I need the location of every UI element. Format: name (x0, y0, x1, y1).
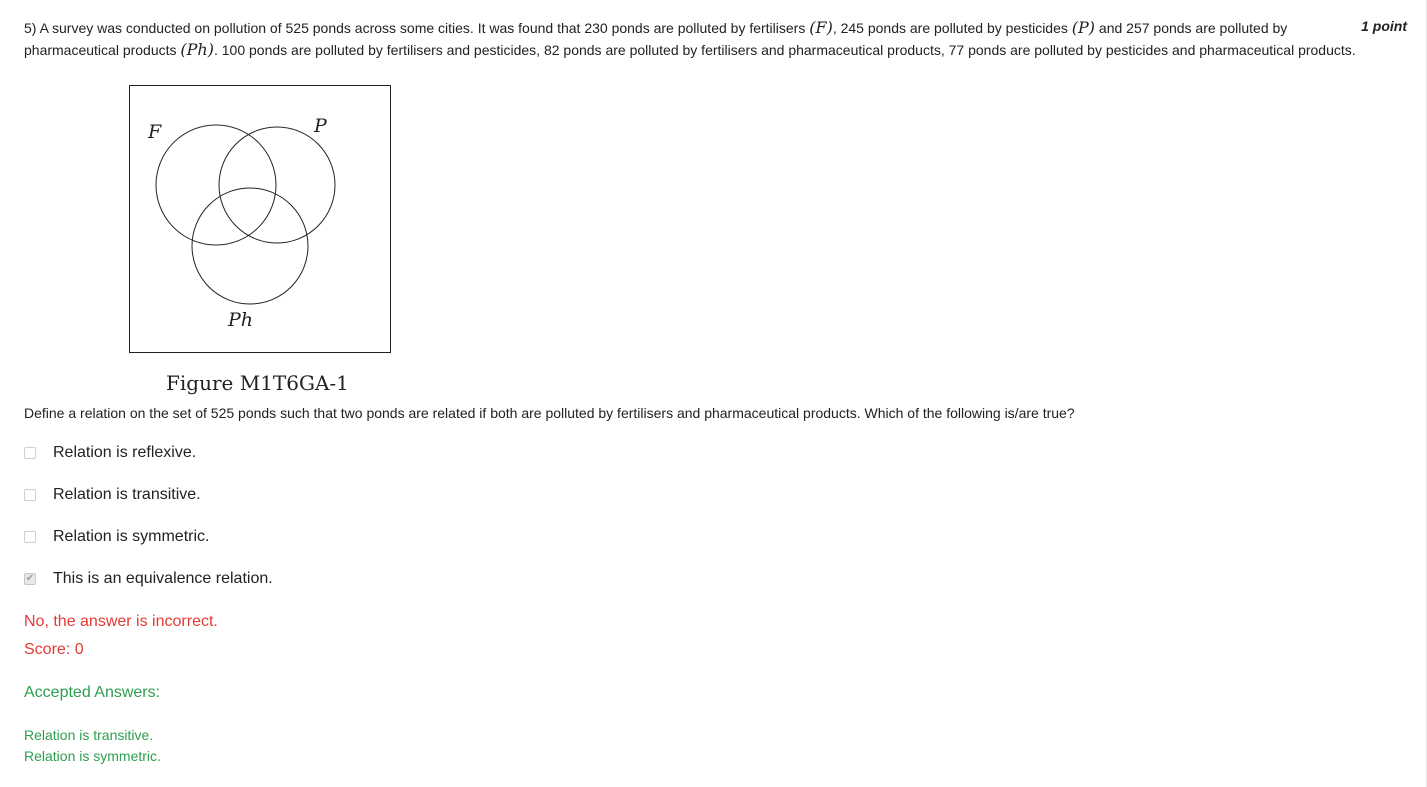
question-text-part: , 245 ponds are polluted by pesticides (832, 20, 1068, 36)
venn-diagram: F P Ph (129, 85, 391, 353)
accepted-answers-title: Accepted Answers: (24, 684, 161, 701)
venn-label-f: F (147, 121, 162, 143)
venn-label-ph: Ph (227, 309, 253, 331)
accepted-answer-item: Relation is transitive. (24, 727, 154, 743)
question-text-part: . 100 ponds are polluted by fertilisers … (213, 42, 1356, 58)
sub-question: Define a relation on the set of 525 pond… (24, 405, 1075, 421)
checkbox-symmetric[interactable] (24, 531, 36, 543)
question-text: 5) A survey was conducted on pollution o… (24, 17, 1364, 61)
option-equivalence[interactable]: ✔ This is an equivalence relation. (24, 569, 273, 589)
venn-universe-box (129, 85, 391, 353)
fertilisers-symbol: (F) (809, 18, 833, 37)
option-reflexive[interactable]: Relation is reflexive. (24, 443, 196, 463)
option-label: Relation is symmetric. (53, 528, 210, 545)
option-label: Relation is transitive. (53, 486, 201, 503)
option-label: Relation is reflexive. (53, 444, 197, 461)
points-label: 1 point (1361, 18, 1407, 34)
question-text-part: 5) A survey was conducted on pollution o… (24, 20, 806, 36)
checkbox-equivalence[interactable]: ✔ (24, 573, 36, 585)
option-transitive[interactable]: Relation is transitive. (24, 485, 201, 505)
check-icon: ✔ (25, 573, 35, 584)
pesticides-symbol: (P) (1071, 18, 1096, 37)
checkbox-transitive[interactable] (24, 489, 36, 501)
score-label: Score: 0 (24, 641, 84, 658)
pharmaceutical-symbol: (Ph) (180, 40, 214, 59)
option-label: This is an equivalence relation. (53, 570, 273, 587)
accepted-answer-item: Relation is symmetric. (24, 748, 161, 764)
incorrect-feedback: No, the answer is incorrect. (24, 613, 218, 630)
checkbox-reflexive[interactable] (24, 447, 36, 459)
figure-caption: Figure M1T6GA-1 (166, 371, 349, 395)
venn-label-p: P (313, 115, 328, 137)
option-symmetric[interactable]: Relation is symmetric. (24, 527, 209, 547)
